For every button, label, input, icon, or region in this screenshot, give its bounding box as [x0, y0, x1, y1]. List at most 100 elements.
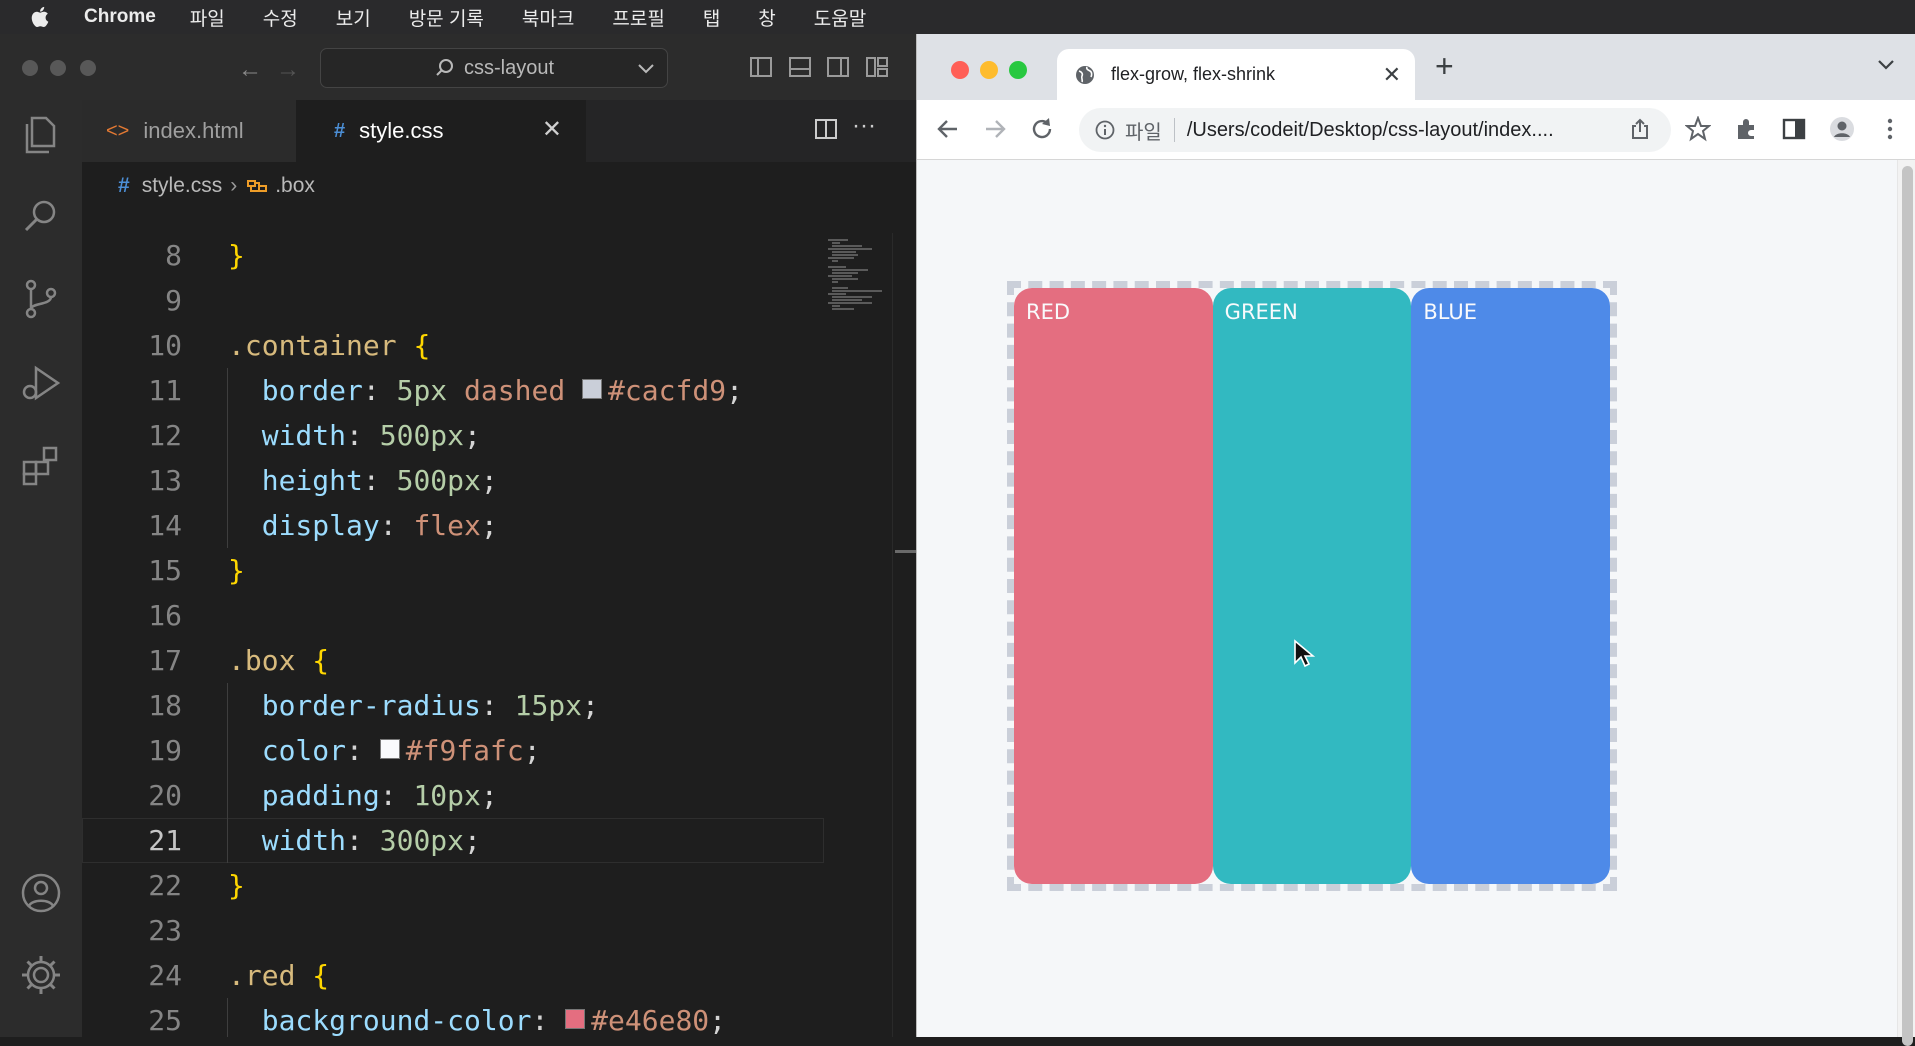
back-arrow-icon[interactable]: ← [238, 56, 262, 84]
code-line[interactable]: 16 [82, 593, 824, 638]
command-center-search[interactable]: css-layout [320, 48, 668, 88]
close-window-button[interactable] [951, 61, 969, 79]
code-text: background-color: #e46e80; [261, 1004, 727, 1037]
customize-layout-icon[interactable] [866, 57, 888, 77]
code-line[interactable]: 24 .red { [82, 953, 824, 998]
line-number: 9 [165, 284, 182, 317]
minimap-line [828, 302, 872, 304]
chevron-down-icon[interactable] [635, 57, 657, 79]
code-line[interactable]: 22} [82, 863, 824, 908]
settings-gear-icon[interactable] [18, 952, 64, 998]
minimize-window-button[interactable] [50, 60, 66, 76]
code-editor[interactable]: 8} 9 10 .container {11 border: 5px dashed #… [82, 233, 824, 1037]
menu-tab[interactable]: 탭 [703, 4, 720, 31]
extensions-icon[interactable] [18, 442, 64, 488]
line-number: 15 [148, 554, 182, 587]
explorer-icon[interactable] [18, 112, 64, 158]
code-line[interactable]: 23 [82, 908, 824, 953]
zoom-window-button[interactable] [1009, 61, 1027, 79]
breadcrumb-symbol[interactable]: .box [275, 174, 315, 198]
menu-bookmarks[interactable]: 북마크 [522, 4, 574, 31]
code-line[interactable]: 21 width: 300px; [82, 818, 824, 863]
line-number: 20 [148, 779, 182, 812]
back-arrow-icon[interactable] [933, 114, 963, 144]
tab-style-css[interactable]: # style.css ✕ [296, 100, 586, 162]
close-tab-icon[interactable]: ✕ [542, 115, 562, 144]
code-line[interactable]: 19 color: #f9fafc; [82, 728, 824, 773]
code-line[interactable]: 18 border-radius: 15px; [82, 683, 824, 728]
minimap-line [832, 260, 838, 262]
toggle-secondary-sidebar-icon[interactable] [827, 57, 849, 77]
tab-index-html[interactable]: <> index.html [82, 100, 296, 162]
page-scroll-thumb[interactable] [1902, 166, 1913, 1046]
new-tab-button[interactable]: + [1435, 48, 1454, 85]
code-line[interactable]: 10 .container { [82, 323, 824, 368]
minimap-line [832, 299, 862, 301]
reload-icon[interactable] [1027, 114, 1057, 144]
address-bar[interactable]: 파일 /Users/codeit/Desktop/css-layout/inde… [1079, 108, 1671, 152]
minimap-line [832, 290, 882, 292]
more-actions-icon[interactable]: ··· [852, 112, 876, 140]
zoom-window-button[interactable] [80, 60, 96, 76]
url-text[interactable]: /Users/codeit/Desktop/css-layout/index..… [1187, 119, 1554, 142]
browser-tab[interactable]: flex-grow, flex-shrink ✕ [1057, 49, 1415, 100]
menu-profile[interactable]: 프로필 [612, 4, 664, 31]
page-viewport: RED GREEN BLUE [917, 160, 1915, 1046]
page-scrollbar[interactable] [1897, 160, 1915, 1046]
code-line[interactable]: 15} [82, 548, 824, 593]
tab-label: index.html [143, 118, 244, 143]
apple-icon[interactable] [30, 5, 56, 29]
code-line[interactable]: 14 display: flex; [82, 503, 824, 548]
share-icon[interactable] [1629, 118, 1651, 140]
editor-scrollbar[interactable] [892, 233, 917, 1037]
breadcrumb-file[interactable]: style.css [142, 174, 223, 198]
menu-history[interactable]: 방문 기록 [409, 4, 484, 31]
code-line[interactable]: 9 [82, 278, 824, 323]
box-red: RED [1014, 288, 1213, 884]
scroll-thumb[interactable] [895, 550, 917, 553]
profile-avatar-icon[interactable] [1827, 114, 1857, 144]
close-tab-icon[interactable]: ✕ [1383, 62, 1401, 88]
forward-arrow-icon[interactable]: → [276, 56, 300, 84]
bookmark-star-icon[interactable] [1683, 114, 1713, 144]
menu-help[interactable]: 도움말 [814, 4, 866, 31]
minimap-line [828, 248, 872, 250]
forward-arrow-icon[interactable] [980, 114, 1010, 144]
code-line[interactable]: 11 border: 5px dashed #cacfd9; [82, 368, 824, 413]
toggle-primary-sidebar-icon[interactable] [750, 57, 772, 77]
code-line[interactable]: 8} [82, 233, 824, 278]
close-window-button[interactable] [22, 60, 38, 76]
extensions-puzzle-icon[interactable] [1731, 114, 1761, 144]
code-line[interactable]: 13 height: 500px; [82, 458, 824, 503]
code-line[interactable]: 25 background-color: #e46e80; [82, 998, 824, 1037]
accounts-icon[interactable] [18, 870, 64, 916]
menu-edit[interactable]: 수정 [263, 4, 298, 31]
menu-view[interactable]: 보기 [336, 4, 371, 31]
more-menu-icon[interactable] [1875, 114, 1905, 144]
code-line[interactable]: 12 width: 500px; [82, 413, 824, 458]
source-control-icon[interactable] [18, 276, 64, 322]
code-line[interactable]: 17 .box { [82, 638, 824, 683]
mouse-cursor-icon [1294, 639, 1315, 668]
minimap-line [828, 257, 854, 259]
code-line[interactable]: 20 padding: 10px; [82, 773, 824, 818]
side-panel-icon[interactable] [1779, 114, 1809, 144]
app-name-chrome[interactable]: Chrome [84, 6, 156, 28]
minimize-window-button[interactable] [980, 61, 998, 79]
minimap[interactable] [824, 233, 892, 1037]
minimap-line [832, 245, 862, 247]
run-debug-icon[interactable] [18, 360, 64, 406]
split-editor-icon[interactable] [814, 117, 838, 148]
minimap-line [832, 281, 838, 283]
line-number: 17 [148, 644, 182, 677]
search-icon [436, 59, 453, 76]
info-icon[interactable] [1095, 120, 1115, 140]
code-text: display: flex; [261, 509, 498, 542]
chevron-down-icon[interactable] [1876, 54, 1896, 74]
minimap-line [832, 272, 858, 274]
code-text: .box { [228, 644, 330, 677]
toggle-panel-icon[interactable] [789, 57, 811, 77]
menu-file[interactable]: 파일 [190, 4, 225, 31]
search-icon[interactable] [18, 194, 64, 240]
menu-window[interactable]: 창 [758, 4, 775, 31]
